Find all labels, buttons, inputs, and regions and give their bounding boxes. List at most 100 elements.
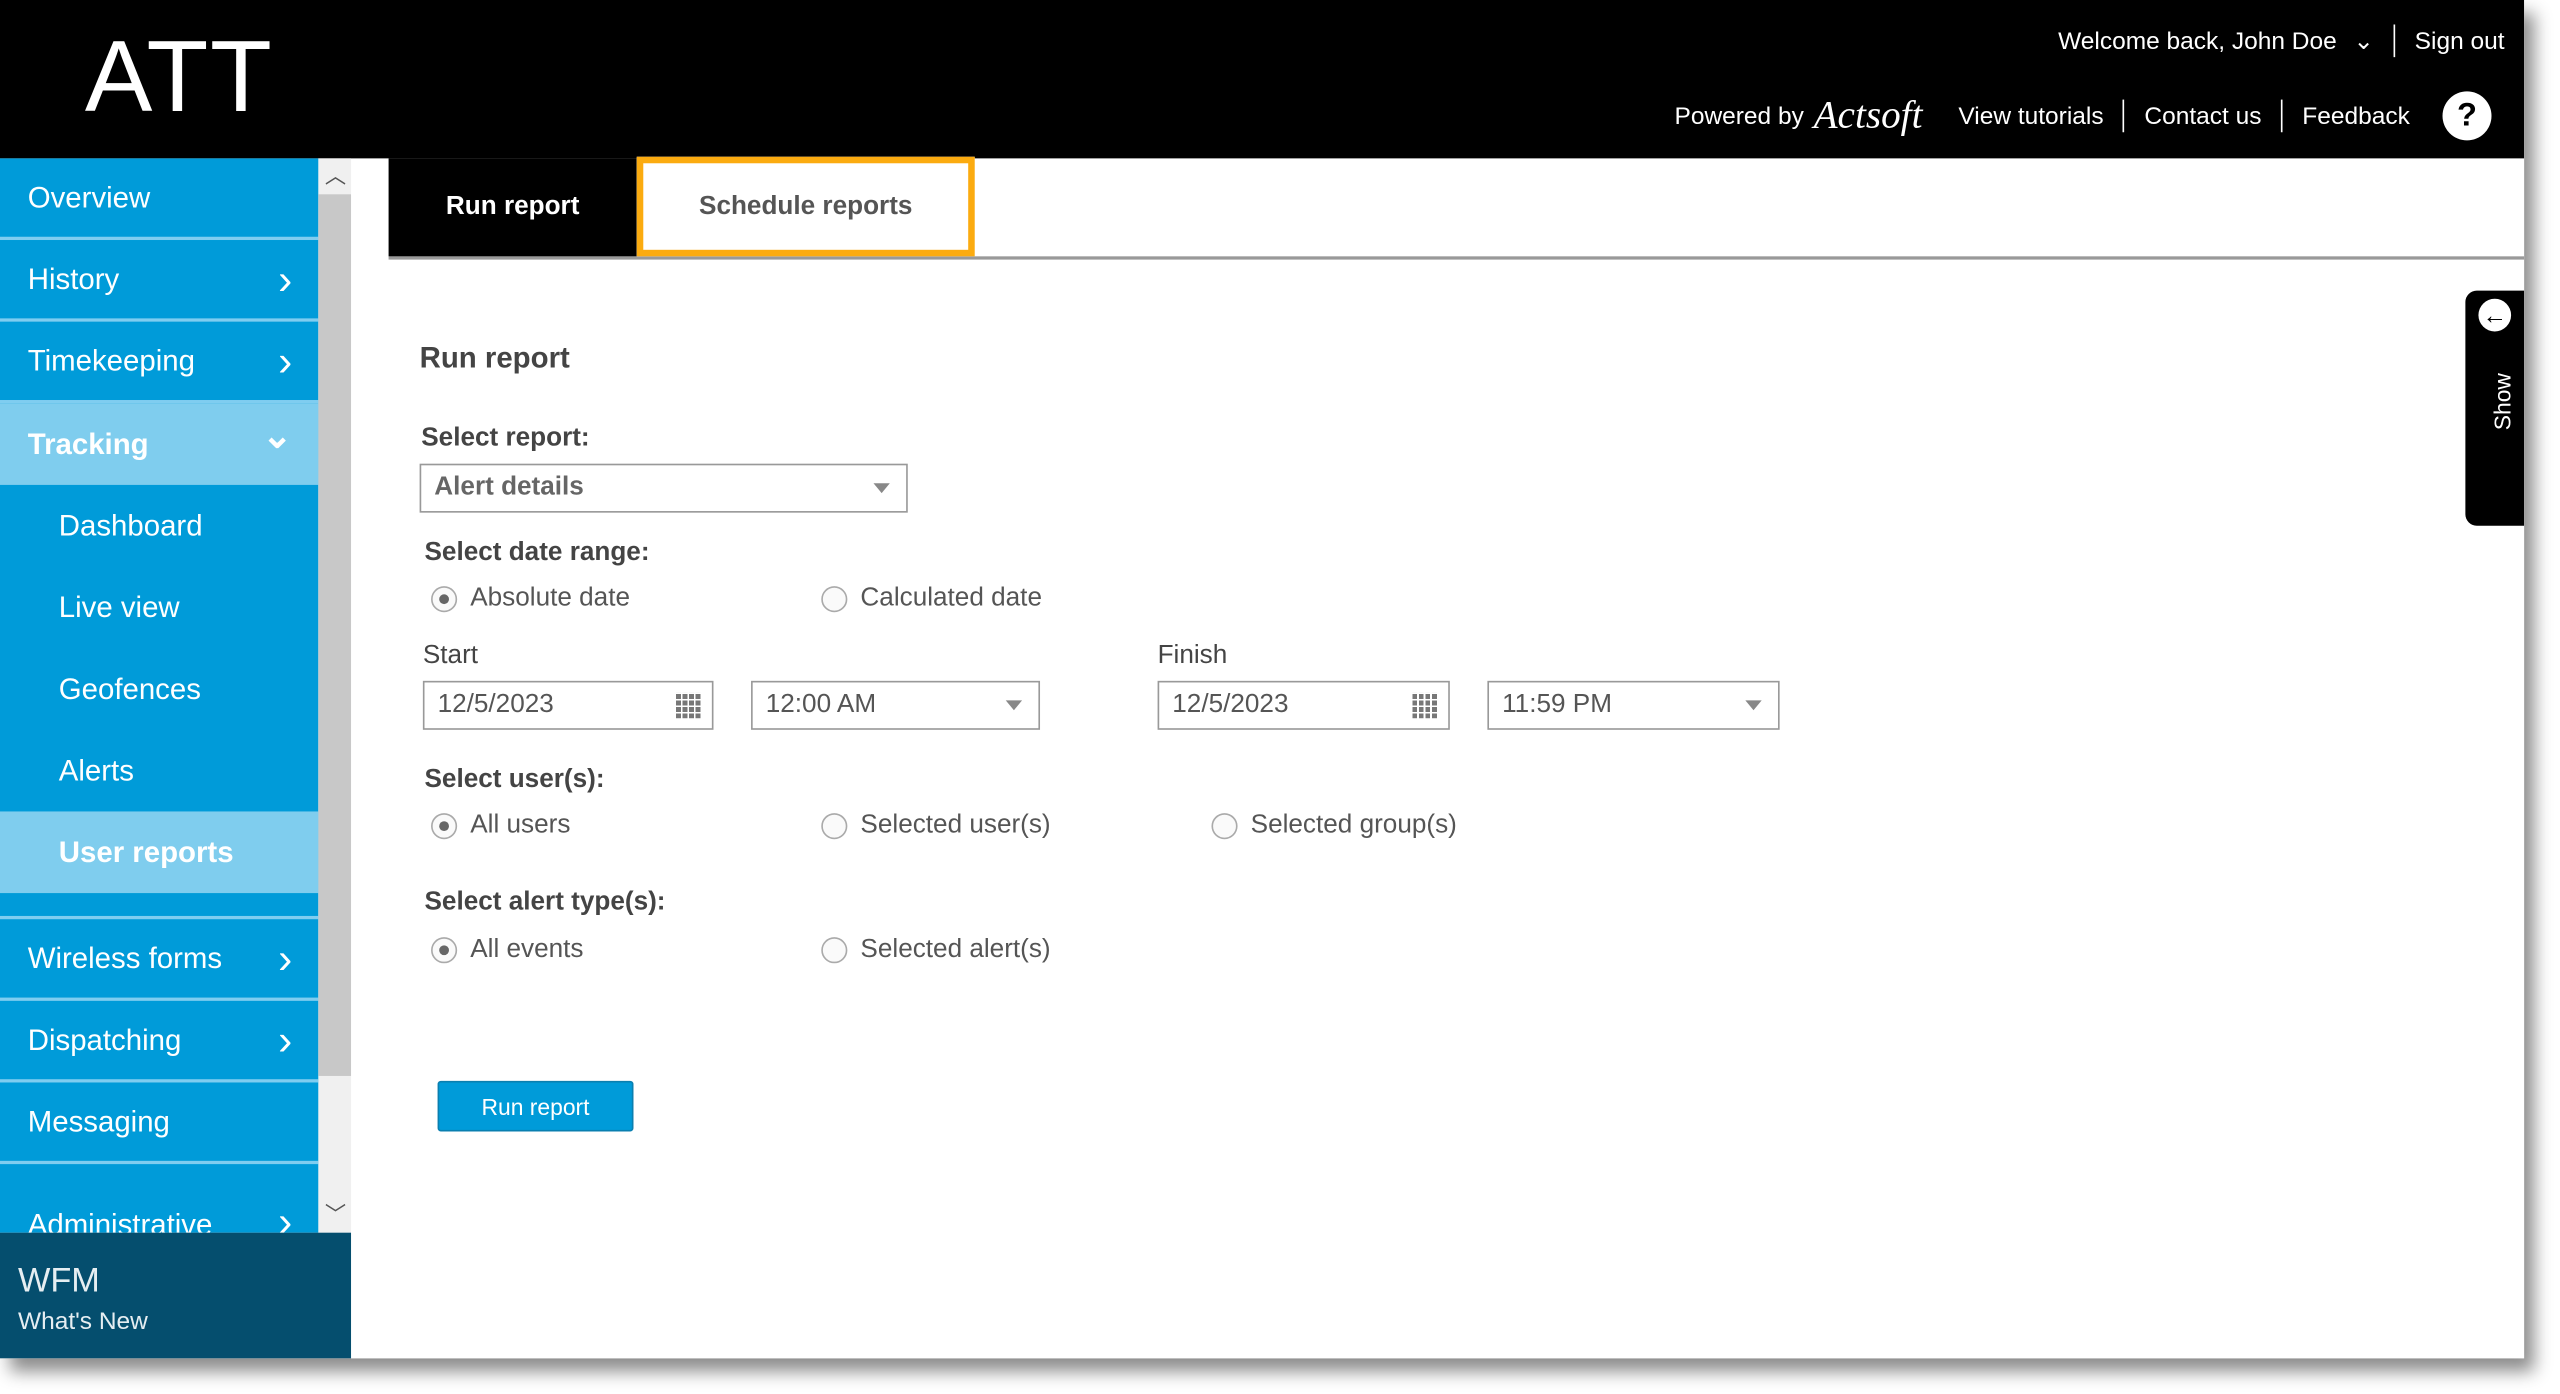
welcome-text: Welcome back, John Doe bbox=[2058, 27, 2337, 56]
tab-schedule-reports[interactable]: Schedule reports bbox=[636, 156, 975, 257]
sidebar-item-history[interactable]: History › bbox=[0, 240, 319, 322]
selected-users-radio[interactable]: Selected user(s) bbox=[821, 811, 1051, 840]
radio-label: Selected user(s) bbox=[860, 811, 1051, 840]
run-report-button[interactable]: Run report bbox=[437, 1080, 634, 1132]
sidebar-item-tracking[interactable]: Tracking ⌄ bbox=[0, 403, 319, 485]
tab-bar: Run report Schedule reports bbox=[388, 156, 2525, 260]
finish-date-value: 12/5/2023 bbox=[1172, 690, 1289, 719]
finish-date-input[interactable]: 12/5/2023 bbox=[1157, 680, 1450, 730]
arrow-left-icon: ← bbox=[2478, 298, 2512, 332]
chevron-right-icon: › bbox=[278, 933, 293, 983]
start-date-input[interactable]: 12/5/2023 bbox=[422, 680, 714, 730]
view-tutorials-link[interactable]: View tutorials bbox=[1958, 102, 2103, 130]
caret-down-icon bbox=[873, 483, 890, 494]
wfm-title: WFM bbox=[17, 1262, 100, 1300]
selected-groups-radio[interactable]: Selected group(s) bbox=[1211, 811, 1457, 840]
sidebar-subitem-alerts[interactable]: Alerts bbox=[0, 730, 318, 812]
help-icon[interactable]: ? bbox=[2442, 91, 2492, 141]
calendar-icon[interactable] bbox=[1412, 692, 1439, 719]
all-users-radio[interactable]: All users bbox=[431, 811, 570, 840]
radio-label: Absolute date bbox=[470, 584, 630, 613]
sidebar-item-messaging[interactable]: Messaging bbox=[0, 1082, 319, 1165]
chevron-down-icon: ⌄ bbox=[2353, 27, 2374, 56]
radio-label: Selected alert(s) bbox=[860, 935, 1051, 964]
sidebar-item-administrative[interactable]: Administrative › bbox=[0, 1164, 318, 1233]
select-report-label: Select report: bbox=[421, 424, 590, 453]
finish-label: Finish bbox=[1157, 641, 1228, 670]
finish-time-select[interactable]: 11:59 PM bbox=[1487, 680, 1780, 730]
radio-button[interactable] bbox=[821, 586, 848, 613]
user-menu[interactable]: Welcome back, John Doe ⌄ bbox=[2058, 26, 2374, 56]
alert-type-label: Select alert type(s): bbox=[424, 888, 666, 916]
sidebar-item-label: Wireless forms bbox=[27, 941, 223, 974]
scroll-up-icon[interactable]: ︿ bbox=[325, 158, 346, 189]
show-panel-toggle[interactable]: ← Show bbox=[2465, 290, 2525, 526]
report-select[interactable]: Alert details bbox=[419, 463, 908, 513]
radio-button[interactable] bbox=[431, 586, 458, 613]
start-time-value: 12:00 AM bbox=[765, 690, 877, 719]
sidebar-item-timekeeping[interactable]: Timekeeping › bbox=[0, 322, 319, 404]
page-title: Run report bbox=[419, 341, 570, 374]
start-time-select[interactable]: 12:00 AM bbox=[751, 680, 1041, 730]
tab-run-report[interactable]: Run report bbox=[388, 158, 637, 257]
caret-down-icon bbox=[1005, 700, 1023, 711]
sidebar-scrollbar[interactable]: ︿ ﹀ bbox=[318, 158, 352, 1233]
contact-us-link[interactable]: Contact us bbox=[2144, 102, 2261, 130]
powered-by-text: Powered by bbox=[1674, 102, 1804, 130]
sidebar-subitem-live-view[interactable]: Live view bbox=[0, 567, 318, 649]
divider bbox=[2281, 99, 2283, 133]
sidebar-item-overview[interactable]: Overview bbox=[0, 158, 319, 241]
sidebar-subitem-user-reports[interactable]: User reports bbox=[0, 811, 319, 894]
scroll-down-icon[interactable]: ﹀ bbox=[325, 1197, 346, 1228]
radio-label: All events bbox=[470, 935, 584, 964]
radio-button[interactable] bbox=[431, 813, 458, 840]
sidebar-subitem-geofences[interactable]: Geofences bbox=[0, 648, 318, 730]
radio-button[interactable] bbox=[1211, 813, 1238, 840]
sign-out-link[interactable]: Sign out bbox=[2415, 27, 2505, 55]
users-label: Select user(s): bbox=[424, 765, 605, 794]
date-range-label: Select date range: bbox=[424, 538, 650, 567]
scrollbar-thumb[interactable] bbox=[318, 194, 352, 1076]
sidebar-item-dispatching[interactable]: Dispatching › bbox=[0, 1001, 319, 1083]
sidebar-item-label: History bbox=[27, 262, 120, 295]
chevron-right-icon: › bbox=[278, 1014, 293, 1064]
sidebar-item-label: Timekeeping bbox=[27, 343, 195, 377]
radio-button[interactable] bbox=[821, 937, 848, 964]
sidebar-item-label: Messaging bbox=[27, 1104, 170, 1138]
start-date-value: 12/5/2023 bbox=[437, 690, 554, 719]
radio-button[interactable] bbox=[821, 813, 848, 840]
report-select-value: Alert details bbox=[434, 473, 584, 502]
all-events-radio[interactable]: All events bbox=[431, 936, 583, 965]
header: ATT Welcome back, John Doe ⌄ Sign out Po… bbox=[0, 0, 2525, 159]
sidebar-item-wireless-forms[interactable]: Wireless forms › bbox=[0, 919, 319, 1001]
radio-label: All users bbox=[470, 811, 571, 840]
calendar-icon[interactable] bbox=[675, 692, 703, 719]
divider bbox=[2393, 24, 2396, 58]
chevron-right-icon: › bbox=[278, 335, 293, 385]
logo: ATT bbox=[84, 21, 274, 134]
divider bbox=[0, 893, 319, 920]
show-label: Show bbox=[2489, 373, 2516, 431]
start-label: Start bbox=[422, 641, 479, 670]
finish-time-value: 11:59 PM bbox=[1502, 690, 1612, 719]
actsoft-logo: Actsoft bbox=[1813, 93, 1923, 137]
sidebar-item-label: Dispatching bbox=[27, 1022, 182, 1056]
whats-new-link[interactable]: What's New bbox=[18, 1308, 148, 1336]
selected-alerts-radio[interactable]: Selected alert(s) bbox=[821, 935, 1051, 965]
feedback-link[interactable]: Feedback bbox=[2302, 102, 2410, 130]
chevron-right-icon: › bbox=[278, 1196, 293, 1233]
absolute-date-radio[interactable]: Absolute date bbox=[431, 585, 630, 614]
calculated-date-radio[interactable]: Calculated date bbox=[821, 585, 1042, 614]
sidebar-item-label: Administrative bbox=[27, 1208, 213, 1233]
sidebar: Overview History › Timekeeping › Tracking ⌄… bbox=[0, 158, 319, 1233]
radio-button[interactable] bbox=[431, 937, 458, 964]
chevron-down-icon: ⌄ bbox=[262, 414, 293, 456]
radio-label: Selected group(s) bbox=[1250, 811, 1457, 840]
divider bbox=[2123, 99, 2125, 133]
radio-label: Calculated date bbox=[860, 584, 1042, 613]
sidebar-subitem-dashboard[interactable]: Dashboard bbox=[0, 485, 318, 567]
sidebar-item-label: Tracking bbox=[27, 426, 149, 460]
app-window: ATT Welcome back, John Doe ⌄ Sign out Po… bbox=[0, 0, 2525, 1359]
sidebar-footer: WFM What's New bbox=[0, 1232, 352, 1359]
caret-down-icon bbox=[1745, 700, 1762, 711]
